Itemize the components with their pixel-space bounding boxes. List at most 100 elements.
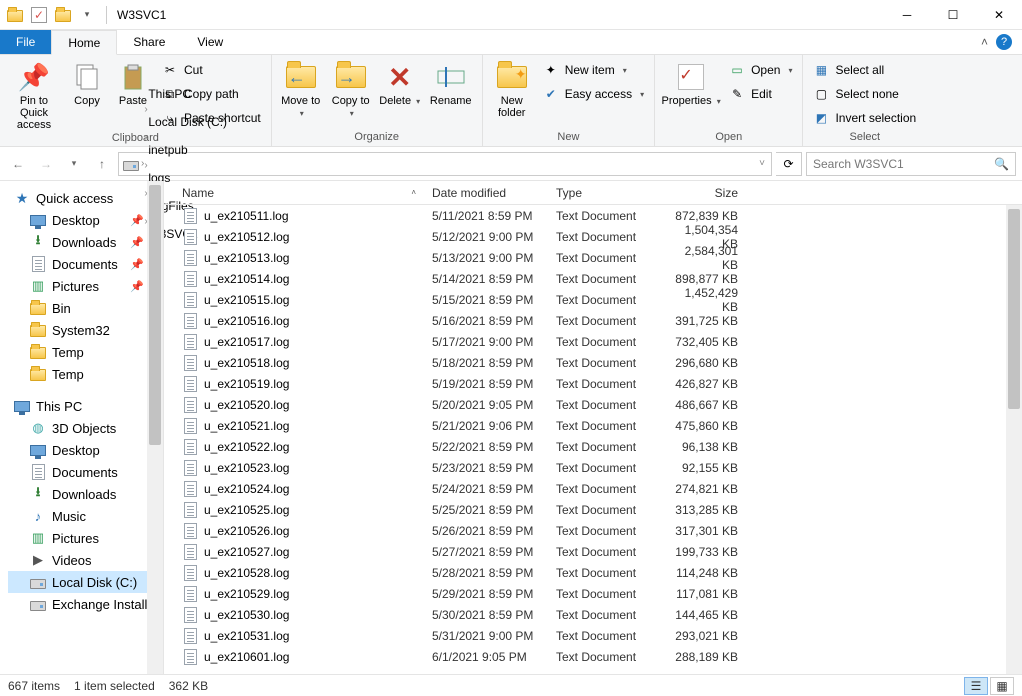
file-row[interactable]: u_ex210511.log5/11/2021 8:59 PMText Docu… — [164, 205, 1022, 226]
column-name[interactable]: Name˄ — [174, 186, 424, 200]
file-row[interactable]: u_ex210526.log5/26/2021 8:59 PMText Docu… — [164, 520, 1022, 541]
cut-button[interactable]: ✂Cut — [158, 59, 265, 81]
nav-back-button[interactable]: ← — [6, 152, 30, 176]
chevron-right-icon[interactable]: › — [144, 160, 147, 171]
open-button[interactable]: ▭Open▾ — [725, 59, 796, 81]
tree-item[interactable]: ⭳Downloads📌 — [8, 231, 148, 253]
file-row[interactable]: u_ex210528.log5/28/2021 8:59 PMText Docu… — [164, 562, 1022, 583]
breadcrumb-item[interactable]: Local Disk (C:) — [144, 115, 231, 129]
file-row[interactable]: u_ex210529.log5/29/2021 8:59 PMText Docu… — [164, 583, 1022, 604]
sidebar-scrollbar[interactable] — [147, 181, 163, 674]
file-row[interactable]: u_ex210516.log5/16/2021 8:59 PMText Docu… — [164, 310, 1022, 331]
help-icon[interactable]: ? — [996, 34, 1012, 50]
breadcrumb[interactable]: › This PC›Local Disk (C:)›inetpub›logs›L… — [118, 152, 772, 176]
tree-item[interactable]: Temp — [8, 363, 148, 385]
maximize-button[interactable]: ☐ — [930, 0, 976, 30]
chevron-right-icon[interactable]: › — [144, 104, 147, 115]
file-row[interactable]: u_ex210525.log5/25/2021 8:59 PMText Docu… — [164, 499, 1022, 520]
tree-item[interactable]: Temp — [8, 341, 148, 363]
file-row[interactable]: u_ex210530.log5/30/2021 8:59 PMText Docu… — [164, 604, 1022, 625]
file-row[interactable]: u_ex210518.log5/18/2021 8:59 PMText Docu… — [164, 352, 1022, 373]
tree-item[interactable]: This PC — [8, 395, 148, 417]
breadcrumb-item[interactable]: This PC — [144, 87, 231, 101]
search-input[interactable]: Search W3SVC1 🔍 — [806, 152, 1016, 176]
edit-button[interactable]: ✎Edit — [725, 83, 796, 105]
breadcrumb-item[interactable]: inetpub — [144, 143, 231, 157]
file-name: u_ex210530.log — [204, 608, 289, 622]
tab-home[interactable]: Home — [51, 30, 117, 55]
rename-button[interactable]: Rename — [426, 59, 476, 107]
column-date[interactable]: Date modified — [424, 186, 548, 200]
file-size: 475,860 KB — [666, 419, 746, 433]
nav-forward-button[interactable]: → — [34, 152, 58, 176]
select-all-button[interactable]: ▦Select all — [809, 59, 920, 81]
view-large-icons-button[interactable]: ▦ — [990, 677, 1014, 695]
file-row[interactable]: u_ex210515.log5/15/2021 8:59 PMText Docu… — [164, 289, 1022, 310]
file-row[interactable]: u_ex210522.log5/22/2021 8:59 PMText Docu… — [164, 436, 1022, 457]
new-item-button[interactable]: ✦New item▾ — [539, 59, 648, 81]
file-row[interactable]: u_ex210512.log5/12/2021 9:00 PMText Docu… — [164, 226, 1022, 247]
copy-button[interactable]: Copy — [66, 59, 108, 107]
tree-item[interactable]: ▥Pictures — [8, 527, 148, 549]
tree-item[interactable]: Bin — [8, 297, 148, 319]
tree-item[interactable]: ⭳Downloads — [8, 483, 148, 505]
ribbon-collapse-icon[interactable]: ˄ — [981, 35, 988, 49]
group-label-select: Select — [803, 130, 926, 146]
tree-item[interactable]: ★Quick access — [8, 187, 148, 209]
file-type: Text Document — [548, 545, 666, 559]
column-size[interactable]: Size — [666, 186, 746, 200]
minimize-button[interactable]: ─ — [884, 0, 930, 30]
file-scrollbar[interactable] — [1006, 205, 1022, 674]
file-row[interactable]: u_ex210601.log6/1/2021 9:05 PMText Docum… — [164, 646, 1022, 667]
file-type: Text Document — [548, 356, 666, 370]
column-type[interactable]: Type — [548, 186, 666, 200]
delete-button[interactable]: ✕ Delete ▾ — [378, 59, 422, 107]
tree-item[interactable]: Documents📌 — [8, 253, 148, 275]
breadcrumb-dropdown-icon[interactable]: ˅ — [759, 158, 765, 169]
file-row[interactable]: u_ex210521.log5/21/2021 9:06 PMText Docu… — [164, 415, 1022, 436]
tree-item[interactable]: Local Disk (C:) — [8, 571, 148, 593]
view-details-button[interactable]: ☰ — [964, 677, 988, 695]
select-none-button[interactable]: ▢Select none — [809, 83, 920, 105]
qat-customize-icon[interactable]: ▾ — [76, 4, 98, 26]
file-row[interactable]: u_ex210517.log5/17/2021 9:00 PMText Docu… — [164, 331, 1022, 352]
file-row[interactable]: u_ex210513.log5/13/2021 9:00 PMText Docu… — [164, 247, 1022, 268]
close-button[interactable]: ✕ — [976, 0, 1022, 30]
tree-item[interactable]: Desktop📌 — [8, 209, 148, 231]
file-type: Text Document — [548, 566, 666, 580]
qat-newfolder-icon[interactable] — [52, 4, 74, 26]
tree-item[interactable]: ♪Music — [8, 505, 148, 527]
new-folder-button[interactable]: ✦ New folder — [489, 59, 535, 119]
invert-selection-button[interactable]: ◩Invert selection — [809, 107, 920, 129]
tree-item[interactable]: ▶Videos — [8, 549, 148, 571]
tree-item[interactable]: ◍3D Objects — [8, 417, 148, 439]
tree-item[interactable]: Desktop — [8, 439, 148, 461]
tree-item[interactable]: ▥Pictures📌 — [8, 275, 148, 297]
file-row[interactable]: u_ex210514.log5/14/2021 8:59 PMText Docu… — [164, 268, 1022, 289]
pin-quick-access-button[interactable]: 📌 Pin to Quick access — [6, 59, 62, 131]
qat-properties-icon[interactable]: ✓ — [28, 4, 50, 26]
file-row[interactable]: u_ex210520.log5/20/2021 9:05 PMText Docu… — [164, 394, 1022, 415]
properties-button[interactable]: ✓ Properties ▾ — [661, 59, 721, 107]
tree-item[interactable]: Exchange Install — [8, 593, 148, 615]
file-row[interactable]: u_ex210519.log5/19/2021 8:59 PMText Docu… — [164, 373, 1022, 394]
chevron-down-icon: ▾ — [640, 90, 644, 99]
easy-access-button[interactable]: ✔Easy access▾ — [539, 83, 648, 105]
tab-share[interactable]: Share — [117, 30, 181, 54]
file-date: 5/22/2021 8:59 PM — [424, 440, 548, 454]
chevron-right-icon[interactable]: › — [144, 132, 147, 143]
refresh-button[interactable]: ⟳ — [776, 152, 802, 176]
nav-recent-button[interactable]: ▾ — [62, 152, 86, 176]
tab-file[interactable]: File — [0, 30, 51, 54]
file-row[interactable]: u_ex210531.log5/31/2021 9:00 PMText Docu… — [164, 625, 1022, 646]
move-to-button[interactable]: ← Move to ▾ — [278, 59, 324, 119]
tree-item[interactable]: System32 — [8, 319, 148, 341]
copy-to-button[interactable]: → Copy to ▾ — [328, 59, 374, 119]
file-row[interactable]: u_ex210527.log5/27/2021 8:59 PMText Docu… — [164, 541, 1022, 562]
title-divider — [106, 6, 107, 24]
tab-view[interactable]: View — [181, 30, 239, 54]
file-row[interactable]: u_ex210524.log5/24/2021 8:59 PMText Docu… — [164, 478, 1022, 499]
nav-up-button[interactable]: ↑ — [90, 152, 114, 176]
file-row[interactable]: u_ex210523.log5/23/2021 8:59 PMText Docu… — [164, 457, 1022, 478]
tree-item[interactable]: Documents — [8, 461, 148, 483]
